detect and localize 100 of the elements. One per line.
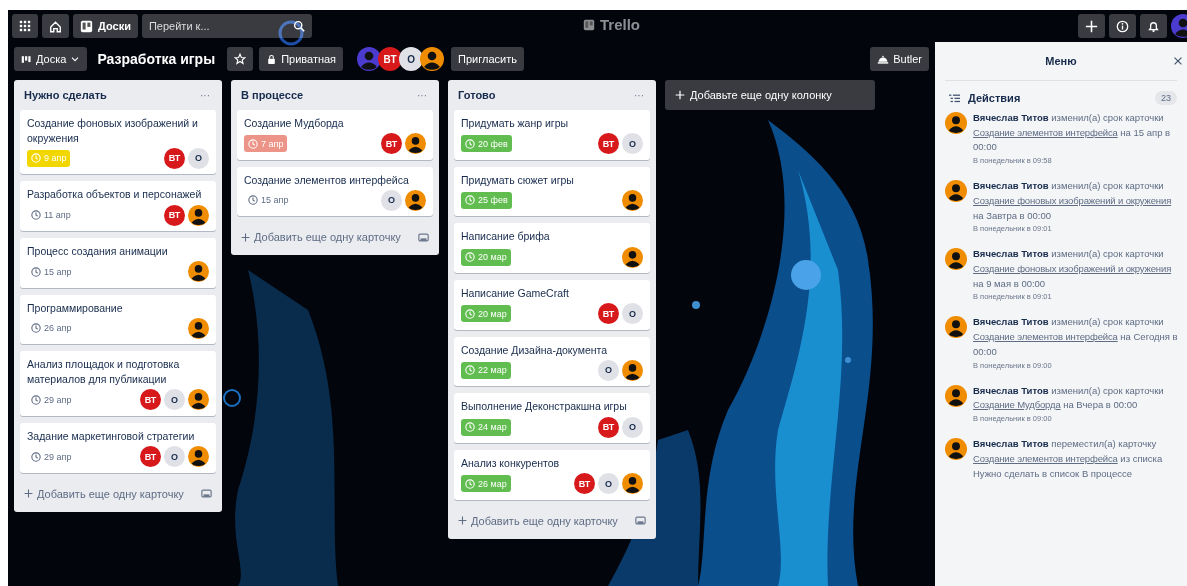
card[interactable]: Придумать жанр игры 20 фев ВТ О bbox=[454, 110, 650, 160]
card[interactable]: Анализ конкурентов 26 мар ВТ О bbox=[454, 450, 650, 500]
card-link[interactable]: Создание Мудборда bbox=[973, 399, 1061, 411]
plus-icon bbox=[1085, 19, 1098, 33]
member-avatar[interactable]: ВТ bbox=[598, 416, 619, 438]
due-date-badge[interactable]: 11 апр bbox=[27, 206, 75, 224]
user-avatar-icon[interactable] bbox=[622, 473, 643, 495]
more-button[interactable]: ··· bbox=[415, 89, 429, 101]
card-link[interactable]: Создание элементов интерфейса bbox=[973, 331, 1118, 343]
card[interactable]: Придумать сюжет игры 25 фев bbox=[454, 166, 650, 217]
due-date-badge[interactable]: 29 апр bbox=[27, 391, 76, 409]
card-title: Процесс создания анимации bbox=[27, 244, 169, 259]
member-avatar[interactable]: О bbox=[188, 147, 209, 169]
card[interactable]: Написание брифа 20 мар bbox=[454, 223, 650, 274]
card-link[interactable]: Создание элементов интерфейса bbox=[973, 126, 1118, 138]
due-date-badge[interactable]: 29 апр bbox=[27, 448, 76, 465]
create-button[interactable] bbox=[1078, 14, 1105, 38]
card[interactable]: Задание маркетинговой стратегии 29 апр ВТ О bbox=[20, 422, 216, 473]
template-icon bbox=[635, 515, 646, 527]
card[interactable]: Разработка объектов и персонажей 11 апр ВТ bbox=[20, 181, 216, 232]
user-avatar-icon[interactable] bbox=[945, 180, 967, 203]
card[interactable]: Создание элементов интерфейса 15 апр О bbox=[237, 166, 433, 217]
user-avatar-icon[interactable] bbox=[405, 189, 426, 211]
member-avatar[interactable]: О bbox=[598, 359, 619, 381]
card-link[interactable]: Создание элементов интерфейса bbox=[973, 452, 1118, 464]
card-title: Выполнение Деконстракшна игры bbox=[461, 399, 628, 415]
board-icon bbox=[21, 53, 32, 65]
card[interactable]: Процесс создания анимации 15 апр bbox=[20, 238, 216, 288]
add-card-button[interactable]: Добавить еще одну карточку bbox=[241, 231, 401, 244]
member-avatar[interactable]: ВТ bbox=[598, 133, 619, 155]
more-button[interactable]: ··· bbox=[198, 89, 212, 101]
list-title[interactable]: Нужно сделать bbox=[24, 89, 107, 101]
user-avatar-icon[interactable] bbox=[188, 317, 209, 339]
member-avatar[interactable]: ВТ bbox=[574, 473, 595, 495]
board-menu-button[interactable]: Доска bbox=[14, 47, 88, 71]
member-avatar[interactable]: О bbox=[622, 303, 643, 325]
add-card-button[interactable]: Добавить еще одну карточку bbox=[458, 514, 618, 527]
bell-icon bbox=[1147, 19, 1160, 33]
card[interactable]: Выполнение Деконстракшна игры 24 мар ВТ О bbox=[454, 393, 650, 444]
member-avatar[interactable]: ВТ bbox=[598, 303, 619, 325]
user-avatar-icon[interactable] bbox=[622, 246, 643, 268]
star-button[interactable] bbox=[227, 47, 254, 71]
member-avatar[interactable]: О bbox=[164, 446, 185, 467]
user-avatar-icon[interactable] bbox=[622, 359, 643, 381]
member-avatar[interactable]: О bbox=[164, 389, 185, 411]
boards-button[interactable]: Доски bbox=[73, 14, 138, 38]
board-title[interactable]: Разработка игры bbox=[93, 51, 222, 67]
clock-icon bbox=[465, 422, 475, 433]
user-avatar-icon[interactable] bbox=[622, 189, 643, 211]
member-avatar[interactable]: ВТ bbox=[140, 446, 161, 467]
user-avatar-icon[interactable] bbox=[945, 438, 967, 461]
member-avatar[interactable]: ВТ bbox=[164, 147, 185, 169]
member-avatar[interactable]: О bbox=[598, 473, 619, 495]
user-avatar-icon[interactable] bbox=[945, 384, 967, 407]
card-title: Написание брифа bbox=[461, 229, 551, 245]
card[interactable]: Программирование 26 апр bbox=[20, 294, 216, 345]
visibility-button[interactable]: Приватная bbox=[259, 47, 344, 71]
due-date-badge[interactable]: 26 апр bbox=[27, 319, 76, 337]
invite-button[interactable]: Пригласить bbox=[451, 47, 524, 71]
member-avatar[interactable]: ВТ bbox=[164, 204, 185, 226]
logo-icon bbox=[583, 18, 595, 31]
user-avatar-icon[interactable] bbox=[945, 248, 967, 271]
more-button[interactable]: ··· bbox=[632, 89, 646, 101]
add-card-button[interactable]: Добавить еще одну карточку bbox=[24, 487, 184, 500]
list-icon bbox=[949, 92, 960, 104]
member-avatar[interactable]: О bbox=[381, 189, 402, 211]
card[interactable]: Анализ площадок и подготовка материалов для публикации 29 апр ВТ О bbox=[20, 351, 216, 416]
user-avatar-icon[interactable] bbox=[188, 204, 209, 226]
butler-button[interactable]: Butler bbox=[870, 47, 929, 71]
user-avatar-icon[interactable] bbox=[420, 47, 445, 71]
user-avatar-icon[interactable] bbox=[188, 389, 209, 411]
card[interactable]: Создание Мудборда 7 апр ВТ bbox=[237, 110, 433, 160]
card-title: Программирование bbox=[27, 300, 124, 316]
clock-icon bbox=[465, 478, 475, 489]
card[interactable]: Создание фоновых изображений и окружения 9 апр ВТ О bbox=[20, 110, 216, 175]
card[interactable]: Написание GameCraft 20 мар ВТ О bbox=[454, 280, 650, 330]
user-avatar-icon[interactable] bbox=[188, 261, 209, 283]
card-link[interactable]: Создание фоновых изображений и окружения bbox=[973, 263, 1172, 275]
plus-icon bbox=[458, 516, 467, 526]
due-date-badge[interactable]: 15 апр bbox=[244, 191, 293, 209]
clock-icon bbox=[465, 252, 475, 263]
member-avatar[interactable]: ВТ bbox=[140, 389, 161, 411]
user-avatar-icon[interactable] bbox=[405, 133, 426, 155]
list-title[interactable]: Готово bbox=[458, 89, 496, 101]
due-date-badge[interactable]: 15 апр bbox=[27, 263, 76, 281]
user-avatar-icon[interactable] bbox=[945, 112, 967, 134]
notifications-button[interactable] bbox=[1140, 14, 1167, 38]
user-avatar-icon[interactable] bbox=[188, 446, 209, 467]
member-avatar[interactable]: О bbox=[622, 416, 643, 438]
user-avatar-icon[interactable] bbox=[945, 316, 967, 339]
list-title[interactable]: В процессе bbox=[241, 89, 304, 101]
apps-button[interactable] bbox=[12, 14, 38, 38]
card[interactable]: Создание Дизайна-документа 22 мар О bbox=[454, 336, 650, 387]
info-button[interactable] bbox=[1109, 14, 1136, 38]
member-avatar[interactable]: О bbox=[622, 133, 643, 155]
card-link[interactable]: Создание фоновых изображений и окружения bbox=[973, 194, 1172, 206]
home-button[interactable] bbox=[42, 14, 69, 38]
member-avatar[interactable]: ВТ bbox=[381, 133, 402, 155]
add-column-button[interactable]: Добавьте еще одну колонку bbox=[665, 80, 875, 110]
plus-icon bbox=[675, 90, 685, 100]
